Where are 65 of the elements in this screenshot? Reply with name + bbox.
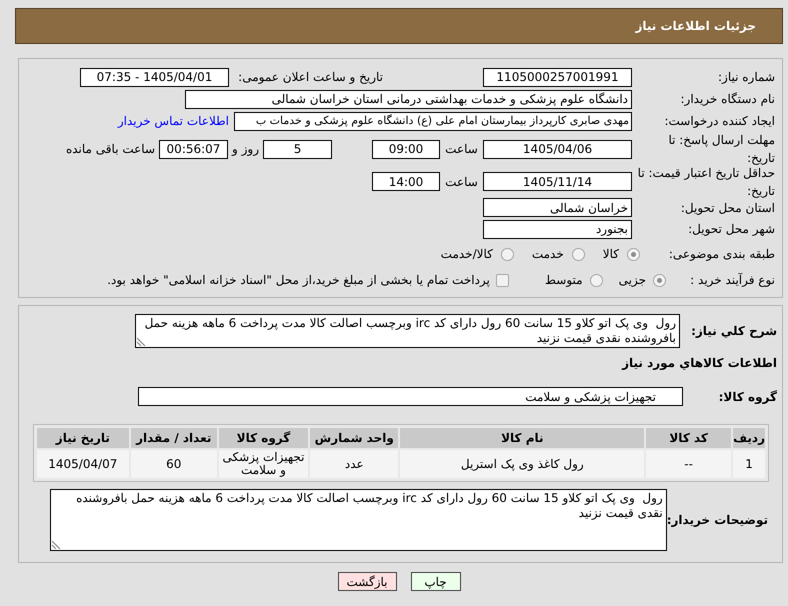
back-button[interactable]: بازگشت — [338, 572, 396, 591]
radio-button[interactable] — [590, 274, 603, 286]
column-header: تعداد / مقدار — [130, 428, 217, 448]
column-header: نام کالا — [400, 428, 644, 448]
column-header: واحد شمارش — [310, 428, 398, 448]
field-label: نوع فرآیند خرید : — [690, 273, 775, 287]
field-label: مهلت ارسال پاسخ: تا تاریخ: — [668, 133, 775, 165]
field-label: تاریخ و ساعت اعلان عمومی: — [237, 69, 383, 86]
radio-label: جزیی — [618, 272, 646, 289]
checkbox[interactable] — [496, 274, 509, 286]
description-field[interactable]: رول وی پک اتو کلاو 15 سانت 60 رول دارای کد irc وبرچسب اصالت کالا مدت پرداخت 6 ماهه هزینه حمل بافروشنده نقدی قیمت نزنید — [135, 314, 680, 348]
field-label: ساعت — [444, 141, 479, 158]
validity-date-field[interactable]: 1405/11/14 — [483, 172, 632, 191]
radio-button[interactable] — [653, 274, 666, 286]
remaining-time-field[interactable]: 00:56:07 — [159, 140, 228, 158]
checkbox-label: پرداخت تمام یا بخشی از مبلغ خرید،از محل "اسناد خزانه اسلامی" خواهد بود. — [107, 272, 490, 289]
resize-grip-icon[interactable] — [137, 337, 146, 346]
announcement-date-field[interactable]: 1405/04/01 - 07:35 — [80, 68, 229, 86]
field-label: طبقه بندی موضوعی: — [668, 247, 775, 261]
days-field[interactable]: 5 — [263, 140, 332, 158]
buyer-organization-field[interactable]: دانشگاه علوم پزشکی و خدمات بهداشتی درمانی استان خراسان شمالی — [185, 90, 632, 108]
validity-time-field[interactable]: 14:00 — [372, 172, 440, 191]
table-cell: تجهیزات پزشکی و سلامت — [218, 450, 308, 478]
field-label: نام دستگاه خریدار: — [680, 92, 775, 106]
contact-info-link[interactable]: اطلاعات تماس خریدار — [118, 112, 229, 130]
section-title: اطلاعات کالاهاي مورد نياز — [622, 355, 777, 372]
column-header: تاریخ نیاز — [37, 428, 129, 448]
column-header: ردیف — [733, 428, 765, 448]
requester-field[interactable]: مهدی صابری کارپرداز بیمارستان امام علی (ع) دانشگاه علوم پزشکی و خدمات ب — [234, 112, 632, 130]
field-label: حداقل تاریخ اعتبار قیمت: تا تاریخ: — [638, 166, 775, 198]
need-number-field[interactable]: 1105000257001991 — [483, 68, 632, 86]
reply-date-field[interactable]: 1405/04/06 — [483, 140, 632, 158]
table-cell: 60 — [130, 450, 217, 478]
radio-label: خدمت — [532, 246, 564, 263]
reply-time-field[interactable]: 09:00 — [372, 140, 440, 158]
table-cell: رول کاغذ وی پک استریل — [400, 450, 644, 478]
field-label: ساعت — [444, 174, 479, 190]
resize-grip-icon[interactable] — [52, 540, 61, 549]
field-label: ساعت باقی مانده — [66, 141, 155, 158]
field-label: استان محل تحویل: — [680, 200, 775, 214]
radio-button[interactable] — [627, 248, 640, 260]
province-field[interactable]: خراسان شمالی — [483, 198, 632, 217]
field-label: ایجاد کننده درخواست: — [664, 114, 775, 128]
table-cell: 1 — [733, 450, 765, 478]
goods-group-field[interactable]: تجهیزات پزشکی و سلامت — [138, 387, 683, 406]
print-button[interactable]: چاپ — [410, 572, 460, 591]
field-label: شماره نیاز: — [718, 70, 775, 84]
column-header: کد کالا — [646, 428, 732, 448]
radio-label: متوسط — [544, 272, 583, 289]
radio-label: کالا — [602, 246, 619, 263]
table-cell: 1405/04/07 — [37, 450, 129, 478]
table-cell: -- — [646, 450, 732, 478]
field-label: شهر محل تحویل: — [688, 222, 775, 236]
field-label: شرح کلي نياز: — [691, 324, 777, 338]
field-label: روز و — [230, 141, 260, 158]
buyer-notes-field[interactable]: رول وی پک اتو کلاو 15 سانت 60 رول دارای کد irc وبرچسب اصالت کالا مدت پرداخت 6 ماهه هزینه حمل بافروشنده نقدی قیمت نزنید — [50, 489, 667, 551]
radio-label: کالا/خدمت — [440, 246, 493, 263]
field-label: توضیحات خریدار: — [666, 513, 768, 527]
table-cell: عدد — [310, 450, 398, 478]
radio-button[interactable] — [572, 248, 585, 260]
radio-button[interactable] — [500, 248, 514, 260]
field-label: گروه کالا: — [718, 390, 777, 404]
column-header: گروه کالا — [218, 428, 308, 448]
city-field[interactable]: بجنورد — [483, 220, 632, 238]
page-title: جزئیات اطلاعات نیاز — [635, 18, 756, 35]
